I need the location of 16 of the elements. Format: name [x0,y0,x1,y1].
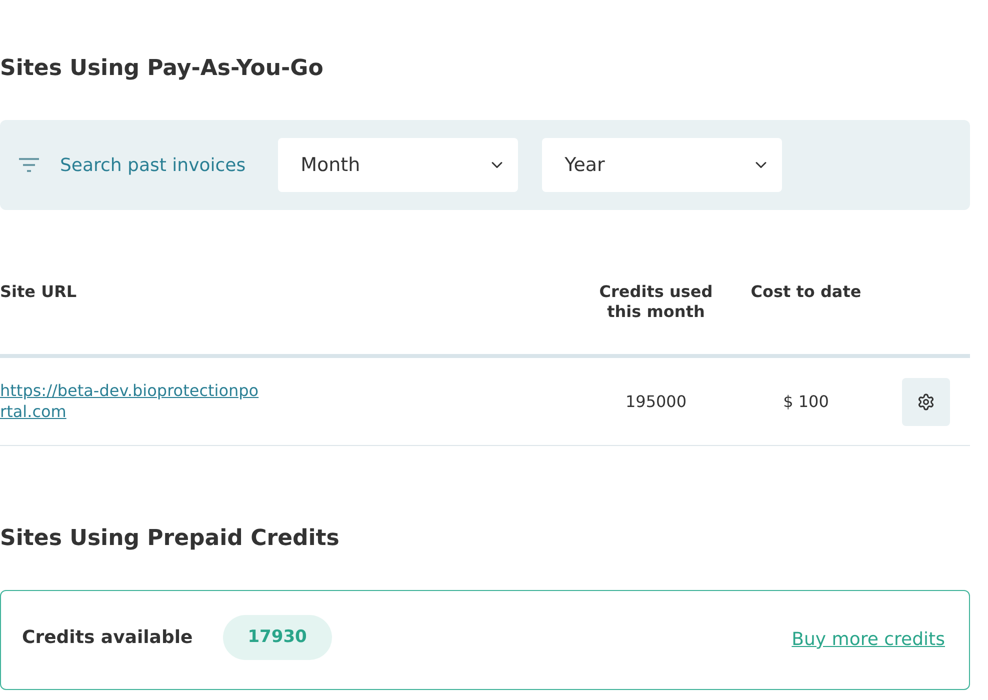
table-cell-text: $ 100 [782,390,830,412]
column-header: Site URL [0,282,78,303]
column-header: Credits used this month [598,282,714,322]
settings-button[interactable] [902,378,950,426]
credits-badge: 17930 [222,615,332,660]
credits-label: Credits available [22,626,193,650]
dropdown-select[interactable]: Year [542,138,782,192]
filter-icon [18,157,40,173]
column-header: Cost to date [750,282,862,303]
settings-icon [917,392,935,410]
filter-label: Search past invoices [60,154,246,178]
section-title: Sites Using Pay-As-You-Go [0,55,324,83]
section-title: Sites Using Prepaid Credits [0,525,340,553]
dropdown-select[interactable]: Month [278,138,518,192]
site-link[interactable]: https://beta-dev.bioprotectionportal.com [0,380,260,422]
table-cell-text: 195000 [624,390,688,412]
